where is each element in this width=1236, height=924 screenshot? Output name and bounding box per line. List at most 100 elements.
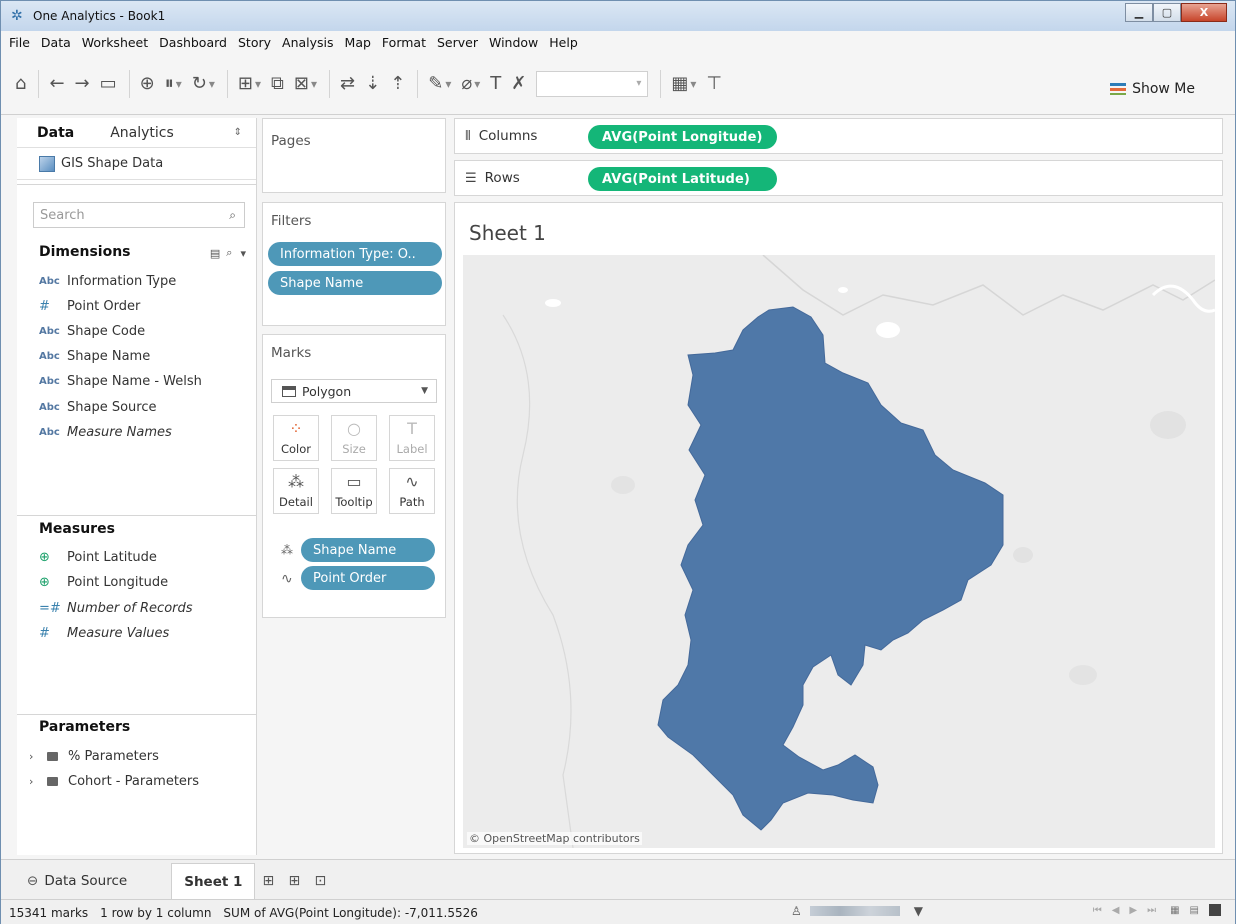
field-search-input[interactable]: Search ⌕	[33, 202, 245, 228]
marks-pill-shape-name[interactable]: Shape Name	[301, 538, 435, 562]
number-type-icon: #	[39, 625, 50, 641]
marks-size-button[interactable]: ○ Size	[331, 415, 377, 461]
pause-updates-icon[interactable]: ⏸	[165, 69, 174, 99]
marks-tooltip-button[interactable]: ▭ Tooltip	[331, 468, 377, 514]
map-view[interactable]: © OpenStreetMap contributors	[463, 255, 1215, 848]
marks-label-button[interactable]: T Label	[389, 415, 435, 461]
new-story-icon[interactable]: ⊡	[307, 863, 333, 899]
filter-pill-shape-name[interactable]: Shape Name	[268, 271, 442, 295]
find-field-icon[interactable]: ⌕	[226, 246, 232, 260]
mark-type-select[interactable]: Polygon ▼	[271, 379, 437, 403]
tab-data[interactable]: Data	[17, 125, 90, 141]
fit-select[interactable]: ▾	[536, 70, 649, 97]
field-shape-source[interactable]: Abc Shape Source	[39, 397, 157, 417]
field-point-order[interactable]: # Point Order	[39, 296, 140, 316]
next-sheet-icon[interactable]: ▶	[1129, 905, 1137, 916]
columns-shelf[interactable]: ⦀ Columns AVG(Point Longitude)	[454, 118, 1223, 154]
menu-help[interactable]: Help	[549, 35, 578, 50]
menu-analysis[interactable]: Analysis	[282, 35, 334, 50]
menu-worksheet[interactable]: Worksheet	[82, 35, 148, 50]
dropdown-arrow-icon[interactable]: ▾	[255, 69, 261, 99]
dimensions-menu-icon[interactable]: ▾	[240, 247, 246, 260]
fix-axes-icon[interactable]: ✗	[511, 69, 526, 99]
tab-analytics[interactable]: Analytics	[90, 125, 190, 141]
parameter-folder[interactable]: ›% Parameters	[29, 746, 159, 766]
menu-format[interactable]: Format	[382, 35, 426, 50]
home-icon[interactable]: ⌂	[15, 69, 26, 99]
field-information-type[interactable]: Abc Information Type	[39, 271, 176, 291]
undo-icon[interactable]: ←	[49, 69, 64, 99]
field-point-longitude[interactable]: ⊕ Point Longitude	[39, 572, 168, 592]
tab-data-source[interactable]: ⊖ Data Source	[1, 863, 139, 899]
swap-rows-columns-icon[interactable]: ⇄	[340, 69, 355, 99]
menu-story[interactable]: Story	[238, 35, 271, 50]
new-datasource-icon[interactable]: ⊕	[140, 69, 155, 99]
close-button[interactable]: X	[1181, 3, 1227, 22]
datasource-item[interactable]: GIS Shape Data	[17, 148, 256, 180]
dropdown-arrow-icon[interactable]: ▾	[474, 69, 480, 99]
parameter-folder[interactable]: › Cohort - Parameters	[29, 771, 199, 791]
marks-pill-point-order[interactable]: Point Order	[301, 566, 435, 590]
field-number-of-records[interactable]: =# Number of Records	[39, 598, 193, 618]
pages-card[interactable]: Pages	[262, 118, 446, 193]
previous-sheet-icon[interactable]: ◀	[1112, 905, 1120, 916]
columns-pill[interactable]: AVG(Point Longitude)	[588, 125, 777, 149]
dropdown-arrow-icon[interactable]: ▾	[445, 69, 451, 99]
tabs-view-icon[interactable]	[1209, 904, 1221, 916]
field-point-latitude[interactable]: ⊕ Point Latitude	[39, 547, 157, 567]
field-shape-name[interactable]: Abc Shape Name	[39, 346, 150, 366]
dropdown-arrow-icon[interactable]: ▾	[176, 69, 182, 99]
presentation-mode-icon[interactable]: ⊤	[706, 69, 722, 99]
toolbar-separator	[226, 69, 228, 98]
dimension-tools: ▤ ⌕ ▾	[210, 246, 246, 260]
pane-menu-arrow-icon[interactable]: ⇕	[234, 127, 242, 138]
user-menu[interactable]: ♙ ▼	[791, 904, 923, 918]
filter-pill-information-type[interactable]: Information Type: O..	[268, 242, 442, 266]
sheet-sorter-icon[interactable]: ▦	[1170, 905, 1179, 916]
filters-card[interactable]: Filters Information Type: O.. Shape Name	[262, 202, 446, 326]
refresh-icon[interactable]: ↻	[192, 69, 207, 99]
first-sheet-icon[interactable]: ⏮	[1093, 905, 1102, 916]
sort-descending-icon[interactable]: ⇡	[390, 69, 405, 99]
menu-data[interactable]: Data	[41, 35, 71, 50]
redo-icon[interactable]: →	[75, 69, 90, 99]
field-shape-name-welsh[interactable]: Abc Shape Name - Welsh	[39, 371, 202, 391]
menu-window[interactable]: Window	[489, 35, 538, 50]
field-measure-values[interactable]: # Measure Values	[39, 623, 169, 643]
duplicate-sheet-icon[interactable]: ⧉	[271, 69, 284, 99]
dropdown-arrow-icon[interactable]: ▾	[690, 69, 696, 99]
dropdown-arrow-icon[interactable]: ▾	[311, 69, 317, 99]
sort-ascending-icon[interactable]: ⇣	[365, 69, 380, 99]
show-cards-icon[interactable]: ▦	[671, 69, 688, 99]
field-measure-names[interactable]: Abc Measure Names	[39, 422, 172, 442]
minimize-button[interactable]: ▁	[1125, 3, 1153, 22]
save-icon[interactable]: ▭	[100, 69, 117, 99]
highlight-icon[interactable]: ✎	[428, 69, 443, 99]
show-mark-labels-icon[interactable]: T	[490, 69, 501, 99]
new-dashboard-icon[interactable]: ⊞	[281, 863, 307, 899]
rows-pill[interactable]: AVG(Point Latitude)	[588, 167, 777, 191]
marks-detail-button[interactable]: ⁂ Detail	[273, 468, 319, 514]
group-members-icon[interactable]: ⌀	[461, 69, 472, 99]
search-icon[interactable]: ⌕	[229, 208, 236, 223]
menu-server[interactable]: Server	[437, 35, 478, 50]
field-shape-code[interactable]: Abc Shape Code	[39, 321, 145, 341]
clear-sheet-icon[interactable]: ⊠	[294, 69, 309, 99]
menu-dashboard[interactable]: Dashboard	[159, 35, 227, 50]
new-worksheet-icon[interactable]: ⊞	[255, 863, 281, 899]
marks-path-button[interactable]: ∿ Path	[389, 468, 435, 514]
maximize-button[interactable]: ▢	[1153, 3, 1181, 22]
map-attribution[interactable]: © OpenStreetMap contributors	[467, 832, 642, 845]
filmstrip-icon[interactable]: ▤	[1190, 905, 1199, 916]
marks-color-button[interactable]: ⁘ Color	[273, 415, 319, 461]
show-me-button[interactable]: Show Me	[1110, 81, 1195, 97]
new-worksheet-icon[interactable]: ⊞	[238, 69, 253, 99]
menu-map[interactable]: Map	[345, 35, 371, 50]
list-view-icon[interactable]: ▤	[210, 247, 220, 260]
tab-sheet-1[interactable]: Sheet 1	[171, 863, 256, 899]
dropdown-arrow-icon[interactable]: ▾	[209, 69, 215, 99]
user-name-redacted	[809, 906, 900, 916]
last-sheet-icon[interactable]: ⏭	[1147, 905, 1156, 916]
rows-shelf[interactable]: ☰ Rows AVG(Point Latitude)	[454, 160, 1223, 196]
menu-file[interactable]: File	[9, 35, 30, 50]
